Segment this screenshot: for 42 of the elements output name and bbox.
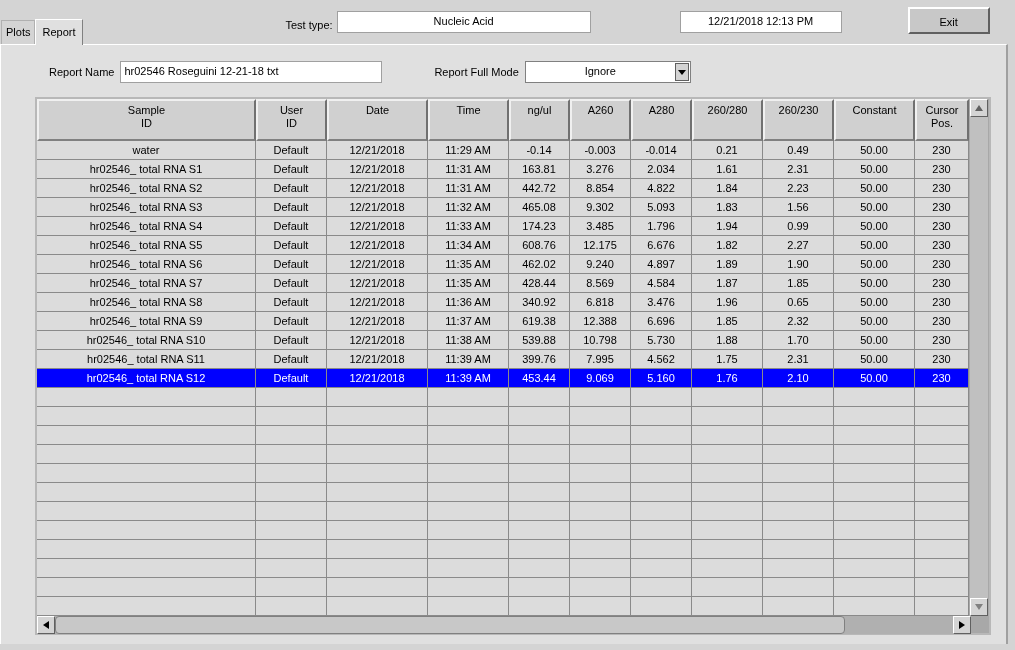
table-row[interactable]: hr02546_ total RNA S11 Default 12/21/2018 11:39 AM 399.76 7.995 4.562 1.75 2.31 50.00 230 [37, 350, 969, 369]
table-row[interactable]: hr02546_ total RNA S7 Default 12/21/2018 11:35 AM 428.44 8.569 4.584 1.87 1.85 50.00 230 [37, 274, 969, 293]
column-header[interactable]: Sample ID [37, 99, 256, 141]
scroll-down-icon[interactable] [970, 598, 988, 616]
table-row[interactable]: hr02546_ total RNA S9 Default 12/21/2018 11:37 AM 619.38 12.388 6.696 1.85 2.32 50.00 230 [37, 312, 969, 331]
report-name-label: Report Name [49, 64, 115, 80]
horizontal-scrollbar[interactable] [37, 616, 971, 634]
table-row[interactable]: hr02546_ total RNA S10 Default 12/21/2018 11:38 AM 539.88 10.798 5.730 1.88 1.70 50.00 230 [37, 331, 969, 350]
exit-button[interactable]: Exit [907, 7, 990, 34]
report-full-mode-label: Report Full Mode [434, 64, 519, 80]
column-header[interactable]: Constant [834, 99, 915, 141]
table-row[interactable]: hr02546_ total RNA S4 Default 12/21/2018 11:33 AM 174.23 3.485 1.796 1.94 0.99 50.00 230 [37, 217, 969, 236]
table-row[interactable]: water Default 12/21/2018 11:29 AM -0.14 -0.003 -0.014 0.21 0.49 50.00 230 [37, 141, 969, 160]
column-header[interactable]: Date [327, 99, 428, 141]
table-row[interactable]: hr02546_ total RNA S1 Default 12/21/2018 11:31 AM 163.81 3.276 2.034 1.61 2.31 50.00 230 [37, 160, 969, 179]
column-header[interactable]: Time [428, 99, 509, 141]
column-header[interactable]: User ID [256, 99, 327, 141]
tab[interactable]: Plots [1, 20, 36, 44]
table-row[interactable]: hr02546_ total RNA S5 Default 12/21/2018 11:34 AM 608.76 12.175 6.676 1.82 2.27 50.00 230 [37, 236, 969, 255]
column-header[interactable]: A260 [570, 99, 631, 141]
tab[interactable]: Report [35, 19, 83, 45]
column-header[interactable]: ng/ul [509, 99, 570, 141]
scroll-right-icon[interactable] [953, 616, 971, 634]
table-row[interactable]: hr02546_ total RNA S3 Default 12/21/2018 11:32 AM 465.08 9.302 5.093 1.83 1.56 50.00 230 [37, 198, 969, 217]
scroll-left-icon[interactable] [37, 616, 55, 634]
report-name-field[interactable]: hr02546 Roseguini 12-21-18 txt [120, 61, 383, 83]
column-header[interactable]: 260/230 [763, 99, 834, 141]
column-header[interactable]: Cursor Pos. [915, 99, 969, 141]
scroll-up-icon[interactable] [970, 99, 988, 117]
vertical-scrollbar[interactable] [970, 99, 988, 616]
table-row[interactable]: hr02546_ total RNA S8 Default 12/21/2018 11:36 AM 340.92 6.818 3.476 1.96 0.65 50.00 230 [37, 293, 969, 312]
column-header[interactable]: 260/280 [692, 99, 763, 141]
report-full-mode-dropdown[interactable]: Ignore [524, 61, 691, 83]
table-row[interactable]: hr02546_ total RNA S6 Default 12/21/2018 11:35 AM 462.02 9.240 4.897 1.89 1.90 50.00 230 [37, 255, 969, 274]
scroll-thumb[interactable] [55, 616, 845, 634]
column-header[interactable]: A280 [631, 99, 692, 141]
table-row[interactable]: hr02546_ total RNA S12 Default 12/21/2018 11:39 AM 453.44 9.069 5.160 1.76 2.10 50.00 230 [37, 369, 969, 388]
test-type-label: Test type: [285, 18, 333, 33]
datetime-field: 12/21/2018 12:13 PM [679, 11, 842, 33]
caret-icon [674, 63, 689, 81]
table-row[interactable]: hr02546_ total RNA S2 Default 12/21/2018 11:31 AM 442.72 8.854 4.822 1.84 2.23 50.00 230 [37, 179, 969, 198]
test-type-field[interactable]: Nucleic Acid [336, 11, 591, 33]
